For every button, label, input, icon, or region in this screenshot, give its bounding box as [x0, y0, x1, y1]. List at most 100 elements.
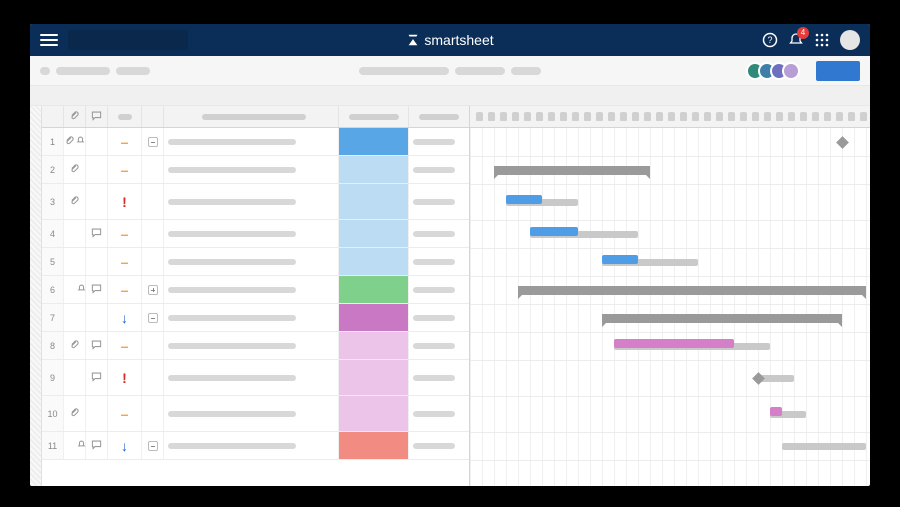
color-cell[interactable] [339, 332, 409, 359]
status-cell[interactable]: – [108, 156, 142, 183]
color-cell[interactable] [339, 156, 409, 183]
status-cell[interactable]: ↓ [108, 304, 142, 331]
attachment-cell[interactable] [64, 156, 86, 183]
attachment-cell[interactable] [64, 304, 86, 331]
assigned-cell[interactable] [409, 432, 469, 459]
col-comments[interactable] [86, 106, 108, 127]
assigned-cell[interactable] [409, 360, 469, 395]
col-color[interactable] [339, 106, 409, 127]
attachment-cell[interactable] [64, 220, 86, 247]
table-row[interactable]: 1 – [42, 128, 469, 156]
row-number[interactable]: 2 [42, 156, 64, 183]
row-number[interactable]: 7 [42, 304, 64, 331]
user-avatar[interactable] [840, 30, 860, 50]
gantt-bar[interactable] [602, 255, 638, 264]
status-cell[interactable]: ! [108, 184, 142, 219]
share-button[interactable] [816, 61, 860, 81]
assigned-cell[interactable] [409, 304, 469, 331]
comment-cell[interactable] [86, 220, 108, 247]
row-number[interactable]: 6 [42, 276, 64, 303]
task-name-cell[interactable] [164, 304, 339, 331]
expand-cell[interactable] [142, 432, 164, 459]
gantt-bar[interactable] [530, 227, 578, 236]
row-number[interactable]: 4 [42, 220, 64, 247]
gantt-bar[interactable] [782, 443, 866, 450]
comment-cell[interactable] [86, 332, 108, 359]
gantt-bar[interactable] [770, 407, 782, 416]
comment-cell[interactable] [86, 128, 108, 155]
table-row[interactable]: 3 ! [42, 184, 469, 220]
expand-cell[interactable] [142, 396, 164, 431]
row-number[interactable]: 5 [42, 248, 64, 275]
gantt-summary-bar[interactable] [494, 166, 650, 175]
comment-cell[interactable] [86, 432, 108, 459]
status-cell[interactable]: ↓ [108, 432, 142, 459]
table-row[interactable]: 7 ↓ [42, 304, 469, 332]
col-expand[interactable] [142, 106, 164, 127]
color-cell[interactable] [339, 276, 409, 303]
comment-cell[interactable] [86, 304, 108, 331]
expand-cell[interactable] [142, 128, 164, 155]
color-cell[interactable] [339, 184, 409, 219]
table-row[interactable]: 5 – [42, 248, 469, 276]
attachment-cell[interactable] [64, 360, 86, 395]
status-cell[interactable]: – [108, 220, 142, 247]
task-name-cell[interactable] [164, 128, 339, 155]
table-row[interactable]: 8 – [42, 332, 469, 360]
table-row[interactable]: 4 – [42, 220, 469, 248]
assigned-cell[interactable] [409, 396, 469, 431]
status-cell[interactable]: – [108, 332, 142, 359]
table-row[interactable]: 10 – [42, 396, 469, 432]
table-row[interactable]: 11 ↓ [42, 432, 469, 460]
task-name-cell[interactable] [164, 184, 339, 219]
table-row[interactable]: 9 ! [42, 360, 469, 396]
task-name-cell[interactable] [164, 156, 339, 183]
comment-cell[interactable] [86, 248, 108, 275]
task-name-cell[interactable] [164, 248, 339, 275]
comment-cell[interactable] [86, 396, 108, 431]
col-assigned[interactable] [409, 106, 469, 127]
help-icon[interactable]: ? [762, 32, 778, 48]
assigned-cell[interactable] [409, 248, 469, 275]
color-cell[interactable] [339, 220, 409, 247]
expand-cell[interactable] [142, 332, 164, 359]
gantt-summary-bar[interactable] [602, 314, 842, 323]
task-name-cell[interactable] [164, 332, 339, 359]
assigned-cell[interactable] [409, 332, 469, 359]
attachment-cell[interactable] [64, 248, 86, 275]
comment-cell[interactable] [86, 156, 108, 183]
status-cell[interactable]: – [108, 128, 142, 155]
apps-icon[interactable] [814, 32, 830, 48]
task-name-cell[interactable] [164, 220, 339, 247]
assigned-cell[interactable] [409, 184, 469, 219]
status-cell[interactable]: ! [108, 360, 142, 395]
attachment-cell[interactable] [64, 432, 86, 459]
table-row[interactable]: 2 – [42, 156, 469, 184]
assigned-cell[interactable] [409, 128, 469, 155]
menu-icon[interactable] [40, 34, 58, 46]
color-cell[interactable] [339, 248, 409, 275]
gantt-bar[interactable] [506, 195, 542, 204]
gantt-summary-bar[interactable] [518, 286, 866, 295]
expand-cell[interactable] [142, 360, 164, 395]
row-number[interactable]: 11 [42, 432, 64, 459]
comment-cell[interactable] [86, 276, 108, 303]
notifications-icon[interactable]: 4 [788, 32, 804, 48]
row-number[interactable]: 3 [42, 184, 64, 219]
row-number[interactable]: 8 [42, 332, 64, 359]
assigned-cell[interactable] [409, 276, 469, 303]
assigned-cell[interactable] [409, 220, 469, 247]
expand-cell[interactable] [142, 248, 164, 275]
breadcrumb[interactable] [40, 67, 150, 75]
comment-cell[interactable] [86, 184, 108, 219]
task-name-cell[interactable] [164, 360, 339, 395]
attachment-cell[interactable] [64, 128, 86, 155]
color-cell[interactable] [339, 128, 409, 155]
assigned-cell[interactable] [409, 156, 469, 183]
attachment-cell[interactable] [64, 276, 86, 303]
attachment-cell[interactable] [64, 396, 86, 431]
col-status[interactable] [108, 106, 142, 127]
expand-cell[interactable] [142, 276, 164, 303]
comment-cell[interactable] [86, 360, 108, 395]
status-cell[interactable]: – [108, 276, 142, 303]
